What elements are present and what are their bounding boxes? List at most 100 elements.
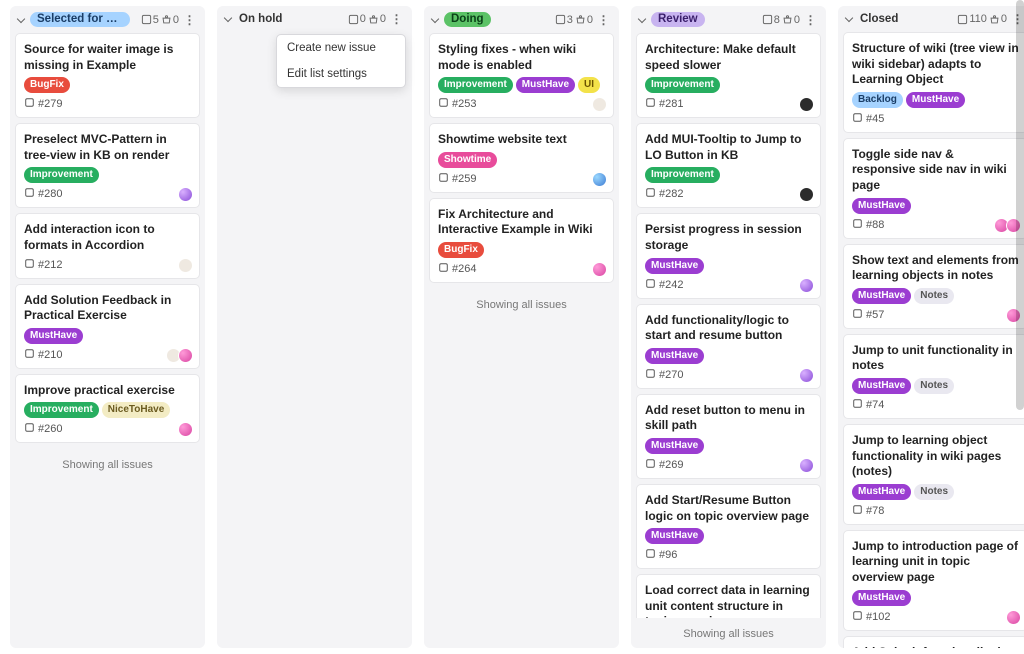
issue-card[interactable]: Styling fixes - when wiki mode is enable…	[429, 33, 614, 118]
avatar[interactable]	[799, 278, 814, 293]
issue-card[interactable]: Load correct data in learning unit conte…	[636, 574, 821, 618]
label-musthave[interactable]: MustHave	[852, 590, 911, 606]
avatar[interactable]	[178, 187, 193, 202]
chevron-down-icon[interactable]	[844, 14, 854, 24]
column-menu-button[interactable]: ⋮	[804, 13, 818, 27]
label-improvement[interactable]: Improvement	[24, 167, 99, 183]
label-backlog[interactable]: Backlog	[852, 92, 903, 108]
avatar[interactable]	[592, 172, 607, 187]
assignee-avatars	[802, 458, 814, 473]
issue-card[interactable]: Showtime website textShowtime#259	[429, 123, 614, 193]
label-improvement[interactable]: Improvement	[24, 402, 99, 418]
issue-card[interactable]: Jump to unit functionality in notesMustH…	[843, 334, 1024, 419]
issue-card[interactable]: Add MUI-Tooltip to Jump to LO Button in …	[636, 123, 821, 208]
label-musthave[interactable]: MustHave	[516, 77, 575, 93]
card-footer: #270	[645, 368, 812, 382]
avatar[interactable]	[178, 348, 193, 363]
issue-card[interactable]: Jump to learning object functionality in…	[843, 424, 1024, 525]
issue-card[interactable]: Add reset button to menu in skill pathMu…	[636, 394, 821, 479]
avatar[interactable]	[799, 368, 814, 383]
issue-card[interactable]: Source for waiter image is missing in Ex…	[15, 33, 200, 118]
column-title[interactable]: Selected for develo…	[30, 12, 130, 27]
issue-card[interactable]: Preselect MVC-Pattern in tree-view in KB…	[15, 123, 200, 208]
label-musthave[interactable]: MustHave	[852, 484, 911, 500]
label-improvement[interactable]: Improvement	[645, 77, 720, 93]
page-scrollbar[interactable]	[1016, 0, 1024, 410]
avatar[interactable]	[592, 97, 607, 112]
card-title: Jump to introduction page of learning un…	[852, 539, 1019, 586]
avatar[interactable]	[799, 187, 814, 202]
chevron-down-icon[interactable]	[223, 14, 233, 24]
column-counts: 00	[348, 13, 386, 25]
issue-icon	[24, 97, 35, 111]
avatar[interactable]	[178, 422, 193, 437]
issue-icon	[24, 258, 35, 272]
label-musthave[interactable]: MustHave	[852, 288, 911, 304]
card-footer: #264	[438, 262, 605, 276]
label-musthave[interactable]: MustHave	[906, 92, 965, 108]
label-musthave[interactable]: MustHave	[645, 438, 704, 454]
column-counts: 30	[555, 14, 593, 26]
column-title[interactable]: Doing	[444, 12, 491, 27]
label-musthave[interactable]: MustHave	[645, 528, 704, 544]
card-footer: #269	[645, 458, 812, 472]
label-bugfix[interactable]: BugFix	[24, 77, 70, 93]
column-menu-button[interactable]: ⋮	[390, 12, 404, 26]
issue-card[interactable]: Add interaction icon to formats in Accor…	[15, 213, 200, 278]
issue-card[interactable]: Structure of wiki (tree view in wiki sid…	[843, 32, 1024, 133]
issue-card[interactable]: Add Start/Resume Button logic on topic o…	[636, 484, 821, 569]
column-title[interactable]: Review	[651, 12, 705, 27]
label-notes[interactable]: Notes	[914, 378, 954, 394]
issue-card[interactable]: Add functionality/logic to start and res…	[636, 304, 821, 389]
issue-card[interactable]: Architecture: Make default speed slowerI…	[636, 33, 821, 118]
issue-id: #253	[452, 98, 476, 110]
chevron-down-icon[interactable]	[430, 15, 440, 25]
label-bugfix[interactable]: BugFix	[438, 242, 484, 258]
label-musthave[interactable]: MustHave	[645, 348, 704, 364]
label-showtime[interactable]: Showtime	[438, 152, 497, 168]
label-ui[interactable]: UI	[578, 77, 600, 93]
card-title: Toggle side nav & responsive side nav in…	[852, 147, 1019, 194]
card-title: Showtime website text	[438, 132, 605, 148]
avatar[interactable]	[799, 458, 814, 473]
avatar[interactable]	[1006, 610, 1021, 625]
label-notes[interactable]: Notes	[914, 288, 954, 304]
issue-card[interactable]: Persist progress in session storageMustH…	[636, 213, 821, 298]
menu-create-issue[interactable]: Create new issue	[277, 35, 405, 61]
issue-card[interactable]: Fix Architecture and Interactive Example…	[429, 198, 614, 283]
avatar[interactable]	[592, 262, 607, 277]
card-footer: #281	[645, 97, 812, 111]
issue-card[interactable]: Jump to introduction page of learning un…	[843, 530, 1024, 631]
issue-card[interactable]: Improve practical exerciseImprovementNic…	[15, 374, 200, 444]
issue-card[interactable]: Add Solution Feedback in Practical Exerc…	[15, 284, 200, 369]
issue-icon	[852, 610, 863, 624]
issue-card[interactable]: Add Submit functionality in Practical Ex…	[843, 636, 1024, 649]
card-labels: BugFix	[24, 77, 191, 93]
weight-count: 0	[575, 14, 593, 26]
weight-count-value: 0	[794, 14, 800, 26]
menu-edit-list-settings[interactable]: Edit list settings	[277, 61, 405, 87]
label-musthave[interactable]: MustHave	[645, 258, 704, 274]
avatar[interactable]	[799, 97, 814, 112]
column-menu-button[interactable]: ⋮	[597, 13, 611, 27]
weight-count: 0	[989, 13, 1007, 25]
assignee-avatars	[802, 187, 814, 202]
issue-count-value: 5	[153, 14, 159, 26]
column-title[interactable]: On hold	[237, 12, 284, 26]
chevron-down-icon[interactable]	[637, 15, 647, 25]
column-menu-button[interactable]: ⋮	[183, 13, 197, 27]
label-musthave[interactable]: MustHave	[852, 378, 911, 394]
issue-icon	[852, 398, 863, 412]
issue-card[interactable]: Show text and elements from learning obj…	[843, 244, 1024, 329]
label-improvement[interactable]: Improvement	[645, 167, 720, 183]
label-musthave[interactable]: MustHave	[852, 198, 911, 214]
issue-card[interactable]: Toggle side nav & responsive side nav in…	[843, 138, 1024, 239]
issue-id: #45	[866, 113, 884, 125]
label-notes[interactable]: Notes	[914, 484, 954, 500]
chevron-down-icon[interactable]	[16, 15, 26, 25]
column-title[interactable]: Closed	[858, 12, 900, 26]
label-nicetohave[interactable]: NiceToHave	[102, 402, 171, 418]
label-improvement[interactable]: Improvement	[438, 77, 513, 93]
avatar[interactable]	[178, 258, 193, 273]
label-musthave[interactable]: MustHave	[24, 328, 83, 344]
